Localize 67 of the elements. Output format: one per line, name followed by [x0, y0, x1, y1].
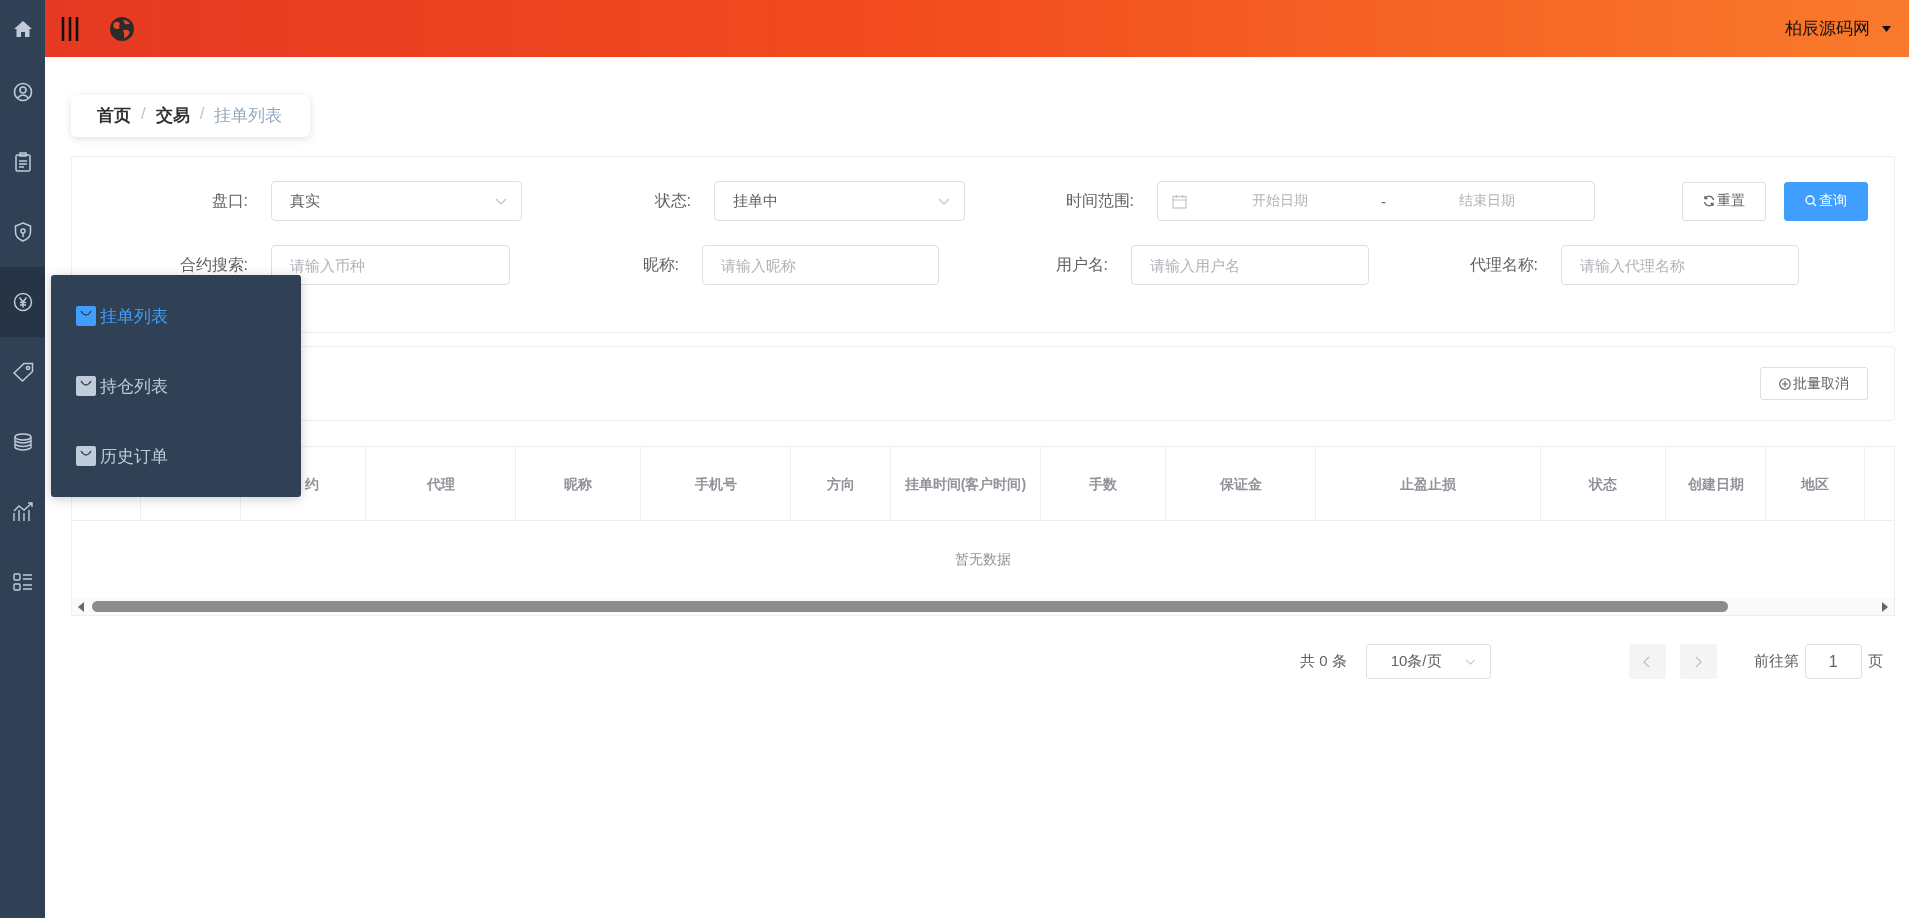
input-field[interactable]: 请输入用户名 [1131, 245, 1369, 285]
breadcrumb-separator: / [199, 104, 205, 125]
column-header: 创建日期 [1666, 447, 1766, 520]
input-field[interactable]: 请输入昵称 [702, 245, 939, 285]
home-icon [12, 18, 33, 39]
field-label: 代理名称: [1468, 254, 1538, 275]
field-label: 昵称: [641, 254, 679, 275]
field-label: 用户名: [1054, 254, 1108, 275]
column-header: 手机号 [641, 447, 791, 520]
sidebar-item[interactable] [0, 267, 45, 337]
user-name[interactable]: 柏辰源码网 [1785, 17, 1870, 40]
field-label: 时间范围: [1064, 190, 1134, 211]
date-range-field[interactable]: 开始日期 - 结束日期 [1157, 181, 1595, 221]
column-header: 手数 [1041, 447, 1166, 520]
shield-icon [13, 222, 32, 242]
field-label: 盘口: [210, 190, 248, 211]
column-header: 挂单时间(客户时间) [891, 447, 1041, 520]
scroll-left-icon[interactable] [78, 601, 84, 612]
column-header: 止盈止损 [1316, 447, 1541, 520]
column-header: 地区 [1766, 447, 1865, 520]
chevron-down-icon [938, 197, 950, 205]
coins-icon [12, 432, 33, 452]
scrollbar[interactable] [72, 598, 1894, 615]
column-header: 方向 [791, 447, 891, 520]
submenu-item[interactable]: 持仓列表 [51, 351, 301, 421]
bag-icon [76, 376, 96, 396]
refresh-icon [1703, 195, 1715, 207]
breadcrumb-link[interactable]: 首页 [97, 104, 131, 127]
search-icon [1805, 195, 1817, 207]
yen-icon [12, 292, 33, 312]
empty-text: 暂无数据 [955, 550, 1011, 569]
tag-icon [11, 362, 34, 382]
select-field[interactable]: 真实 [271, 181, 522, 221]
select-field[interactable]: 挂单中 [714, 181, 965, 221]
chevron-down-icon [1464, 658, 1476, 665]
batch-cancel-button[interactable]: 批量取消 [1760, 367, 1868, 400]
user-icon [12, 82, 33, 102]
field-label: 合约搜索: [178, 254, 248, 275]
page-input[interactable]: 1 [1804, 644, 1862, 679]
chevron-right-icon [1694, 655, 1703, 668]
bag-icon [76, 446, 96, 466]
breadcrumb-link[interactable]: 交易 [155, 104, 190, 127]
caret-icon[interactable] [1882, 25, 1891, 32]
column-header: 代理 [366, 447, 516, 520]
column-header: 保证金 [1166, 447, 1316, 520]
reset-button[interactable]: 重置 [1682, 181, 1766, 221]
bag-icon [76, 306, 96, 326]
chart-icon [11, 502, 34, 522]
input-field[interactable]: 请输入币种 [271, 245, 510, 285]
globe-icon[interactable] [109, 15, 135, 42]
breadcrumb-separator: / [141, 104, 146, 125]
total-count: 共 0 条 [1300, 652, 1347, 671]
clipboard-icon [13, 152, 32, 172]
chevron-down-icon [495, 197, 507, 205]
scroll-right-icon[interactable] [1882, 601, 1888, 612]
calendar-icon [1172, 193, 1187, 209]
list-icon [12, 572, 33, 592]
page-suffix: 页 [1867, 652, 1883, 671]
goto-label: 前往第 [1753, 652, 1799, 671]
page-size-select[interactable]: 10条/页 [1365, 644, 1491, 679]
plus-circle-icon [1779, 377, 1791, 390]
field-label: 状态: [653, 190, 691, 211]
column-header: 状态 [1541, 447, 1666, 520]
input-field[interactable]: 请输入代理名称 [1561, 245, 1799, 285]
column-header: 昵称 [516, 447, 641, 520]
chevron-left-icon [1643, 655, 1652, 668]
menu-icon[interactable] [61, 16, 79, 41]
